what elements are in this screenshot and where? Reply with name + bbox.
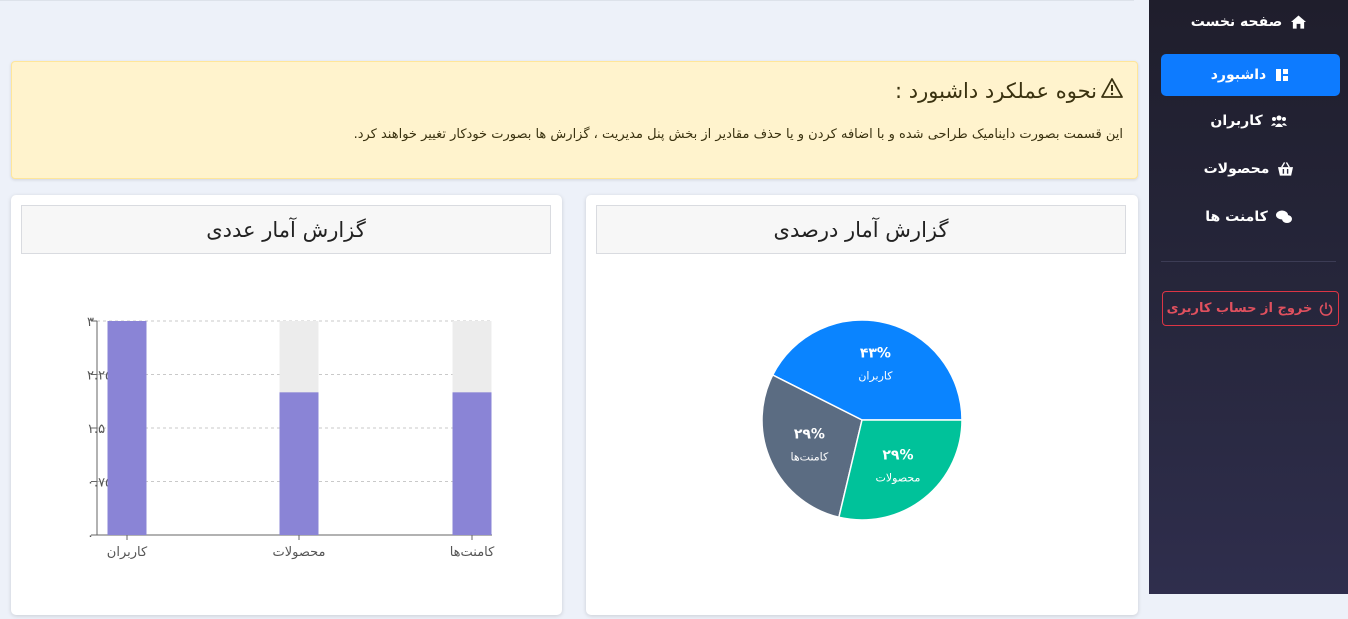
- sidebar-item-comments[interactable]: کامنت ها: [1161, 197, 1336, 237]
- alert-text: این قسمت بصورت داینامیک طراحی شده و با ا…: [353, 127, 1123, 142]
- pie-chart-area: ۴۳% کاربران ۲۹% کامنت‌ها ۲۹% محصولات: [586, 255, 1138, 615]
- users-icon: [1270, 113, 1287, 129]
- x-tick-label: کامنت‌ها: [450, 545, 495, 560]
- bar[interactable]: [452, 392, 492, 535]
- logout-button[interactable]: خروج از حساب کاربری: [1162, 291, 1339, 326]
- bar[interactable]: [279, 392, 319, 535]
- sidebar-item-label: داشبورد: [1210, 67, 1267, 83]
- sidebar-divider: [1161, 261, 1336, 262]
- comments-icon: [1275, 209, 1292, 225]
- pie-category-label: کاربران: [858, 370, 893, 383]
- pie-chart: ۴۳% کاربران ۲۹% کامنت‌ها ۲۹% محصولات: [761, 319, 963, 521]
- pie-percent-label: ۲۹%: [882, 448, 913, 464]
- sidebar-item-label: محصولات: [1203, 161, 1270, 177]
- sidebar-item-label: صفحه نخست: [1190, 14, 1283, 30]
- logout-label: خروج از حساب کاربری: [1166, 301, 1313, 316]
- alert-title: نحوه عملکرد داشبورد :: [895, 78, 1097, 103]
- bar-chart-area: ۰ ۰.۷۵ ۱.۵ ۲.۲۵ ۳ کاربران محصولات کامنت‌ها: [11, 255, 562, 615]
- y-tick-label: ۳: [87, 315, 94, 330]
- bar-card-title: گزارش آمار عددی: [21, 205, 551, 254]
- pie-category-label: محصولات: [876, 472, 921, 485]
- warning-icon: [1101, 78, 1123, 103]
- basket-icon: [1277, 161, 1293, 177]
- sidebar-item-users[interactable]: کاربران: [1161, 101, 1336, 141]
- pie-category-label: کامنت‌ها: [791, 450, 830, 463]
- sidebar: صفحه نخست داشبورد کاربران محصولات کامنت …: [1149, 0, 1348, 594]
- power-icon: [1318, 301, 1334, 317]
- sidebar-item-dashboard[interactable]: داشبورد: [1161, 54, 1340, 96]
- sidebar-item-label: کامنت ها: [1205, 209, 1268, 225]
- top-divider: [0, 0, 1134, 1]
- dashboard-icon: [1274, 67, 1290, 83]
- y-tick-label: ۱.۵: [87, 422, 105, 437]
- home-icon: [1290, 14, 1306, 30]
- pie-percent-label: ۲۹%: [794, 426, 825, 442]
- sidebar-item-products[interactable]: محصولات: [1161, 149, 1336, 189]
- bar-chart: ۰۰.۷۵۱.۵۲.۲۵۳کاربران محصولات کامنت‌ها: [87, 315, 495, 560]
- sidebar-item-home[interactable]: صفحه نخست: [1161, 2, 1336, 42]
- pie-card-title: گزارش آمار درصدی: [596, 205, 1126, 254]
- alert-title-row: نحوه عملکرد داشبورد :: [895, 78, 1123, 103]
- bar-card: گزارش آمار عددی ۰ ۰.۷۵ ۱.۵ ۲.۲۵ ۳ کاربران محصو…: [11, 195, 562, 615]
- info-alert: نحوه عملکرد داشبورد : این قسمت بصورت دای…: [11, 61, 1138, 179]
- pie-card: گزارش آمار درصدی ۴۳% کاربران ۲۹% کامنت‌ها ۲۹…: [586, 195, 1138, 615]
- y-tick-label: ۰: [87, 529, 94, 544]
- x-tick-label: محصولات: [273, 545, 326, 560]
- x-tick-label: کاربران: [107, 545, 148, 560]
- bar[interactable]: [107, 321, 147, 535]
- sidebar-item-label: کاربران: [1210, 113, 1263, 129]
- pie-percent-label: ۴۳%: [860, 346, 891, 362]
